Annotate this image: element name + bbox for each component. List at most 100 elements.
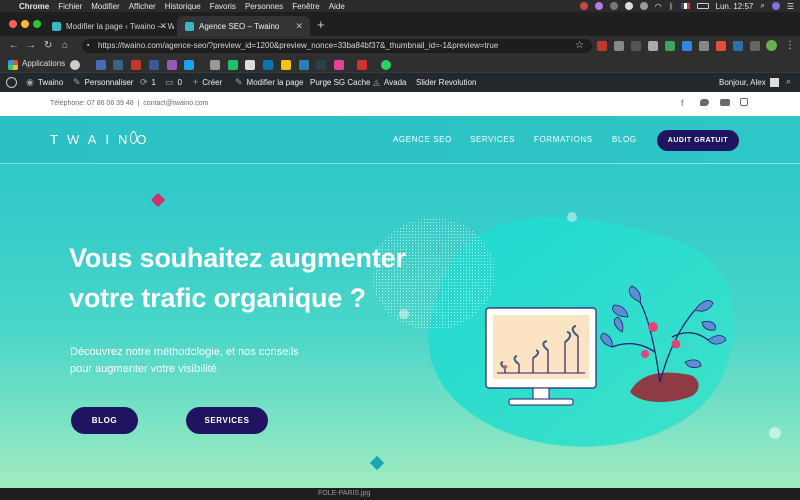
admin-comments-link[interactable]: ▭ 0 bbox=[165, 73, 182, 92]
cloud-icon[interactable] bbox=[624, 2, 633, 10]
updates-icon: ⟳ bbox=[140, 77, 148, 87]
bookmark-icon[interactable] bbox=[149, 60, 159, 70]
bluetooth-icon[interactable]: ᛒ bbox=[669, 2, 674, 11]
admin-search-icon[interactable]: ⌕ bbox=[786, 76, 791, 87]
menu-aide[interactable]: Aide bbox=[329, 2, 345, 11]
extension-icon[interactable] bbox=[733, 41, 743, 51]
facebook-icon[interactable]: f bbox=[681, 98, 684, 108]
bookmark-icon[interactable] bbox=[113, 60, 123, 70]
bookmark-icon[interactable] bbox=[167, 60, 177, 70]
bookmark-icon[interactable] bbox=[131, 60, 141, 70]
extension-icon[interactable] bbox=[682, 41, 692, 51]
extension-icon[interactable] bbox=[597, 41, 607, 51]
admin-customize-link[interactable]: ✎ Personnaliser bbox=[73, 73, 133, 92]
menu-list-icon[interactable]: ☰ bbox=[787, 2, 794, 11]
twaino-logo[interactable]: TWAINO bbox=[50, 132, 156, 147]
extension-icon[interactable] bbox=[648, 41, 658, 51]
admin-slider-label: Slider Revolution bbox=[416, 78, 477, 87]
menu-historique[interactable]: Historique bbox=[165, 2, 201, 11]
minimize-window-button[interactable] bbox=[21, 20, 29, 28]
close-tab-icon[interactable]: ✕ bbox=[295, 21, 303, 32]
whatsapp-icon[interactable] bbox=[381, 60, 391, 70]
admin-site-link[interactable]: ◉ Twaino bbox=[26, 73, 63, 92]
extension-icon[interactable] bbox=[716, 41, 726, 51]
bookmark-icon[interactable] bbox=[281, 60, 291, 70]
bookmark-star-icon[interactable]: ☆ bbox=[575, 39, 584, 53]
bookmark-icon[interactable] bbox=[316, 60, 326, 70]
admin-slider-link[interactable]: Slider Revolution bbox=[416, 73, 476, 92]
menu-chrome[interactable]: Chrome bbox=[19, 2, 49, 11]
search-icon[interactable]: ⌕ bbox=[760, 1, 764, 11]
extension-icon[interactable] bbox=[699, 41, 709, 51]
close-window-button[interactable] bbox=[9, 20, 17, 28]
admin-account-link[interactable]: Bonjour, Alex bbox=[719, 73, 779, 92]
extension-icon[interactable] bbox=[750, 41, 760, 51]
youtube-icon[interactable] bbox=[720, 99, 730, 106]
extension-icon[interactable] bbox=[614, 41, 624, 51]
hero-subtitle: Découvrez notre méthodologie, et nos con… bbox=[70, 344, 370, 378]
bookmark-icon[interactable] bbox=[184, 60, 194, 70]
nav-blog[interactable]: BLOG bbox=[612, 135, 637, 144]
more-menu-icon[interactable]: ⋮ bbox=[785, 39, 795, 53]
bookmark-icon[interactable] bbox=[210, 60, 220, 70]
clock[interactable]: Lun. 12:57 bbox=[716, 2, 754, 11]
close-tab-icon[interactable]: ✕ bbox=[159, 21, 167, 32]
profile-avatar[interactable] bbox=[766, 40, 777, 51]
menu-fichier[interactable]: Fichier bbox=[58, 2, 82, 11]
contact-info[interactable]: Téléphone: 07 86 06 39 48 | contact@twai… bbox=[50, 100, 208, 107]
admin-updates-link[interactable]: ⟳ 1 bbox=[140, 73, 156, 92]
apps-grid-icon[interactable] bbox=[8, 60, 18, 70]
volume-icon[interactable] bbox=[639, 2, 648, 10]
new-tab-icon[interactable]: + bbox=[317, 17, 325, 32]
status-app-icon[interactable] bbox=[579, 2, 588, 10]
menu-favoris[interactable]: Favoris bbox=[210, 2, 236, 11]
menu-personnes[interactable]: Personnes bbox=[245, 2, 283, 11]
tab-modifier-page[interactable]: Modifier la page ‹ Twaino — W ✕ bbox=[44, 16, 174, 36]
bookmark-applications[interactable]: Applications bbox=[22, 59, 65, 68]
hero-title-line: votre trafic organique ? bbox=[69, 283, 366, 313]
services-button[interactable]: SERVICES bbox=[186, 407, 268, 434]
updates-count: 1 bbox=[151, 78, 156, 87]
home-icon[interactable]: ⌂ bbox=[62, 39, 68, 53]
bookmark-icon[interactable] bbox=[228, 60, 238, 70]
nav-formations[interactable]: FORMATIONS bbox=[534, 135, 593, 144]
menu-modifier[interactable]: Modifier bbox=[91, 2, 119, 11]
nav-agence-seo[interactable]: AGENCE SEO bbox=[393, 135, 452, 144]
tab-agence-seo[interactable]: Agence SEO – Twaino ✕ bbox=[177, 16, 310, 36]
menu-fenetre[interactable]: Fenêtre bbox=[292, 2, 320, 11]
battery-icon[interactable] bbox=[696, 3, 709, 9]
nav-services[interactable]: SERVICES bbox=[470, 135, 515, 144]
bookmark-icon[interactable] bbox=[70, 60, 80, 70]
audit-gratuit-button[interactable]: AUDIT GRATUIT bbox=[657, 130, 739, 151]
forward-icon[interactable]: → bbox=[26, 39, 36, 53]
flag-icon[interactable] bbox=[680, 3, 690, 9]
wifi-icon[interactable]: ◠ bbox=[655, 2, 662, 11]
admin-site-label: Twaino bbox=[37, 78, 64, 87]
status-app-icon[interactable] bbox=[594, 2, 603, 10]
bookmark-icon[interactable] bbox=[357, 60, 367, 70]
menu-afficher[interactable]: Afficher bbox=[129, 2, 156, 11]
address-bar[interactable]: ▪ https://twaino.com/agence-seo/?preview… bbox=[82, 39, 592, 53]
bookmark-icon[interactable] bbox=[263, 60, 273, 70]
admin-purge-label: Purge SG Cache bbox=[310, 78, 371, 87]
reload-icon[interactable]: ↻ bbox=[44, 39, 52, 53]
bookmark-icon[interactable] bbox=[245, 60, 255, 70]
bookmark-icon[interactable] bbox=[299, 60, 309, 70]
siri-icon[interactable] bbox=[771, 2, 780, 10]
back-icon[interactable]: ← bbox=[9, 39, 19, 53]
bookmark-icon[interactable] bbox=[96, 60, 106, 70]
bookmark-icon[interactable] bbox=[334, 60, 344, 70]
instagram-icon[interactable] bbox=[740, 98, 748, 106]
admin-avada-link[interactable]: ◬ Avada bbox=[373, 73, 406, 92]
admin-new-link[interactable]: + Créer bbox=[193, 73, 222, 92]
zoom-window-button[interactable] bbox=[33, 20, 41, 28]
extension-icon[interactable] bbox=[631, 41, 641, 51]
extension-icon[interactable] bbox=[665, 41, 675, 51]
admin-edit-page-link[interactable]: ✎ Modifier la page bbox=[235, 73, 303, 92]
blog-button[interactable]: BLOG bbox=[71, 407, 138, 434]
status-app-icon[interactable] bbox=[609, 2, 618, 10]
twitter-icon[interactable] bbox=[700, 99, 709, 106]
wp-logo-icon[interactable] bbox=[6, 73, 17, 92]
admin-purge-cache-link[interactable]: Purge SG Cache bbox=[310, 73, 370, 92]
hero-title: Vous souhaitez augmenter votre trafic or… bbox=[69, 238, 439, 318]
